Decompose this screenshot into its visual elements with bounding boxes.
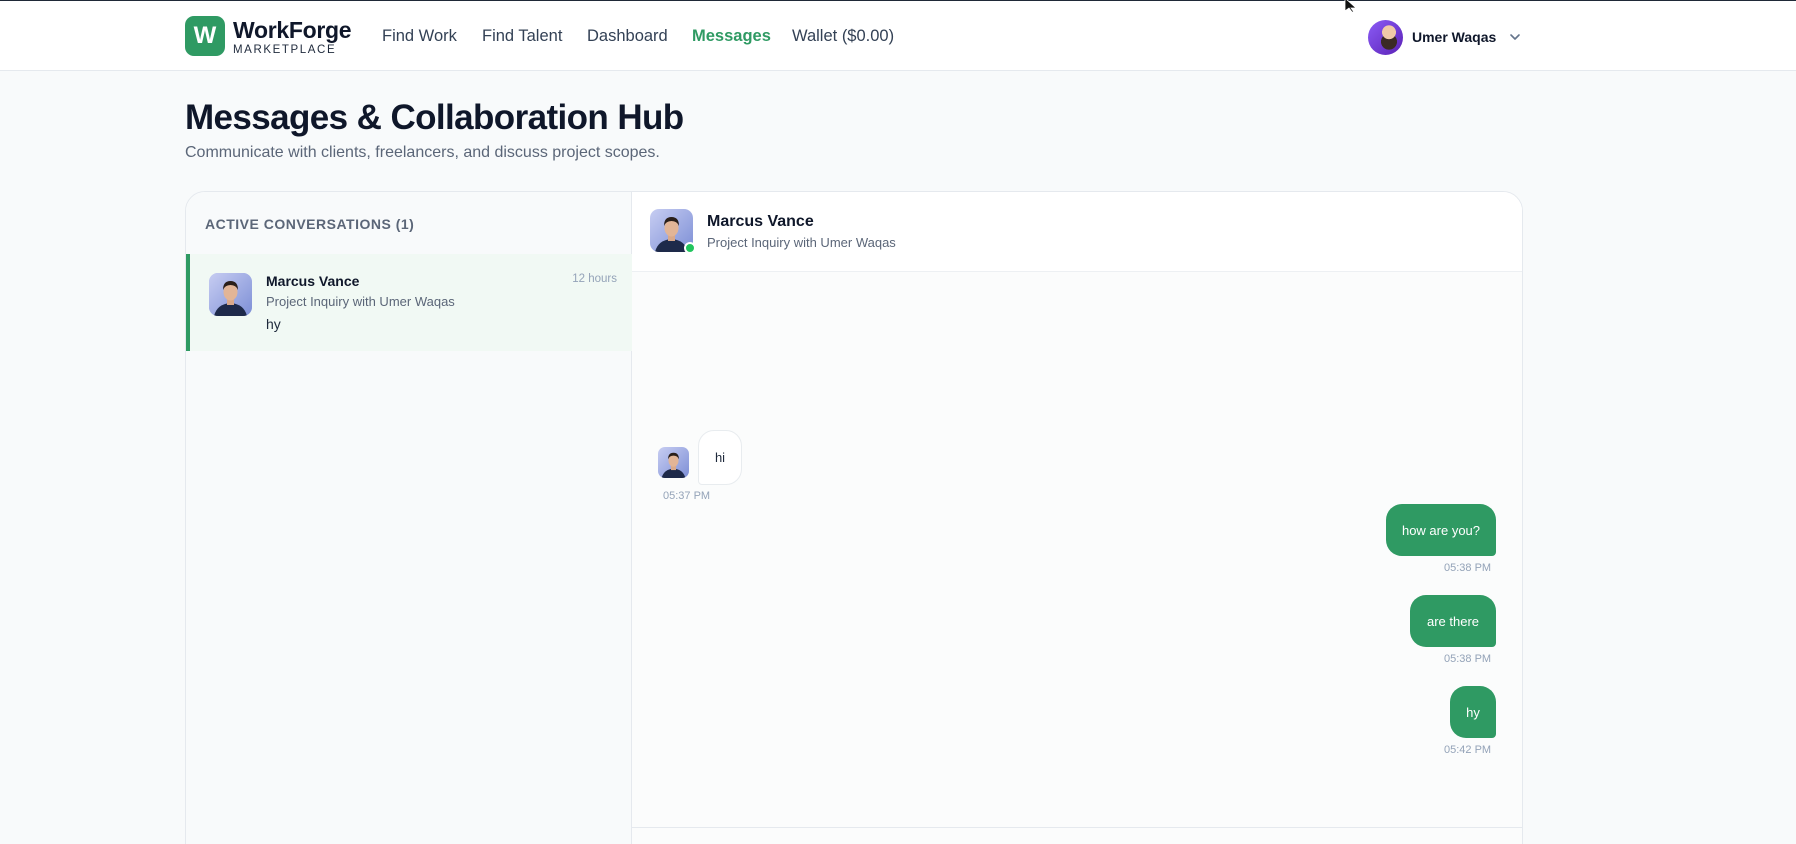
message-time: 05:38 PM — [1444, 653, 1492, 665]
user-name[interactable]: Umer Waqas — [1412, 29, 1496, 45]
top-navbar: W WorkForge MARKETPLACE Find Work Find T… — [0, 0, 1796, 71]
contact-avatar — [209, 273, 252, 316]
page-title: Messages & Collaboration Hub — [185, 98, 684, 137]
message-bubble-incoming: hi — [698, 430, 742, 485]
conversation-preview: hy — [266, 316, 281, 332]
conversation-subject: Project Inquiry with Umer Waqas — [266, 294, 455, 309]
user-avatar[interactable] — [1368, 19, 1403, 55]
chat-contact-name: Marcus Vance — [707, 213, 814, 230]
brand-name[interactable]: WorkForge — [233, 17, 352, 44]
message-bubble-outgoing: are there — [1410, 595, 1496, 647]
message-bubble-outgoing: hy — [1450, 686, 1496, 738]
messages-panel: ACTIVE CONVERSATIONS (1) Marcus Vance Pr… — [185, 191, 1523, 844]
chat-contact-subtitle: Project Inquiry with Umer Waqas — [707, 235, 896, 250]
online-status-icon — [684, 242, 696, 254]
nav-wallet[interactable]: Wallet ($0.00) — [792, 27, 894, 46]
chat-area: Marcus Vance Project Inquiry with Umer W… — [632, 192, 1522, 844]
conversation-item[interactable]: Marcus Vance Project Inquiry with Umer W… — [186, 254, 632, 351]
brand-tagline: MARKETPLACE — [233, 44, 337, 56]
sender-avatar — [658, 447, 689, 478]
user-menu[interactable]: Umer Waqas — [1368, 19, 1522, 55]
conversation-name: Marcus Vance — [266, 273, 360, 289]
nav-find-work[interactable]: Find Work — [382, 27, 457, 46]
conversations-heading: ACTIVE CONVERSATIONS (1) — [205, 216, 415, 232]
logo-mark[interactable]: W — [185, 16, 225, 56]
nav-messages[interactable]: Messages — [692, 27, 771, 46]
message-time: 05:38 PM — [1444, 562, 1492, 574]
conversation-time: 12 hours — [572, 273, 617, 285]
conversation-sidebar: ACTIVE CONVERSATIONS (1) Marcus Vance Pr… — [186, 192, 632, 844]
chevron-down-icon[interactable] — [1508, 30, 1522, 44]
nav-dashboard[interactable]: Dashboard — [587, 27, 668, 46]
message-time: 05:42 PM — [1444, 744, 1492, 756]
nav-find-talent[interactable]: Find Talent — [482, 27, 562, 46]
mouse-cursor-icon — [1344, 0, 1358, 12]
message-bubble-outgoing: how are you? — [1386, 504, 1496, 556]
message-time: 05:37 PM — [663, 490, 711, 502]
chat-header: Marcus Vance Project Inquiry with Umer W… — [632, 192, 1522, 272]
composer-divider — [632, 827, 1522, 828]
page-subtitle: Communicate with clients, freelancers, a… — [185, 144, 660, 161]
